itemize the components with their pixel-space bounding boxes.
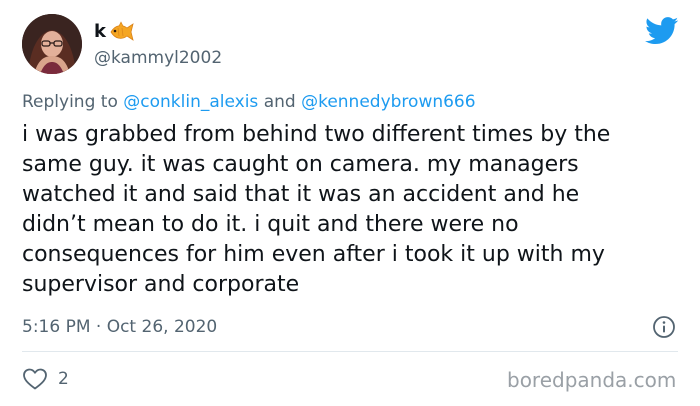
fish-icon (110, 21, 134, 41)
tweet-card: k @kammyl2002 Replying to @conklin_alexi… (0, 0, 700, 406)
reply-prefix: Replying to (22, 92, 118, 112)
user-handle[interactable]: @kammyl2002 (94, 47, 222, 69)
tweet-text-line: watched it and said that it was an accid… (22, 182, 580, 207)
mention-link[interactable]: @conklin_alexis (123, 92, 258, 112)
tweet-text-line: i was grabbed from behind two different … (22, 122, 611, 147)
avatar-image (22, 14, 82, 74)
twitter-bird-icon (645, 17, 679, 45)
info-icon[interactable] (652, 315, 676, 339)
tweet-text-line: same guy. it was caught on camera. my ma… (22, 152, 579, 177)
divider (22, 351, 678, 352)
like-count: 2 (58, 369, 69, 389)
reply-connector: and (263, 92, 296, 112)
reply-context: Replying to @conklin_alexis and @kennedy… (22, 91, 476, 113)
display-name[interactable]: k (94, 21, 106, 43)
tweet-timestamp[interactable]: 5:16 PM · Oct 26, 2020 (22, 316, 217, 338)
mention-link[interactable]: @kennedybrown666 (301, 92, 476, 112)
watermark: boredpanda.com (507, 368, 677, 392)
avatar[interactable] (22, 14, 82, 74)
tweet-text-line: supervisor and corporate (22, 272, 300, 297)
heart-icon (23, 368, 47, 390)
tweet-text: i was grabbed from behind two different … (22, 120, 682, 300)
like-button[interactable]: 2 (22, 366, 69, 392)
tweet-text-line: didn’t mean to do it. i quit and there w… (22, 212, 519, 237)
tweet-text-line: consequences for him even after i took i… (22, 242, 605, 267)
